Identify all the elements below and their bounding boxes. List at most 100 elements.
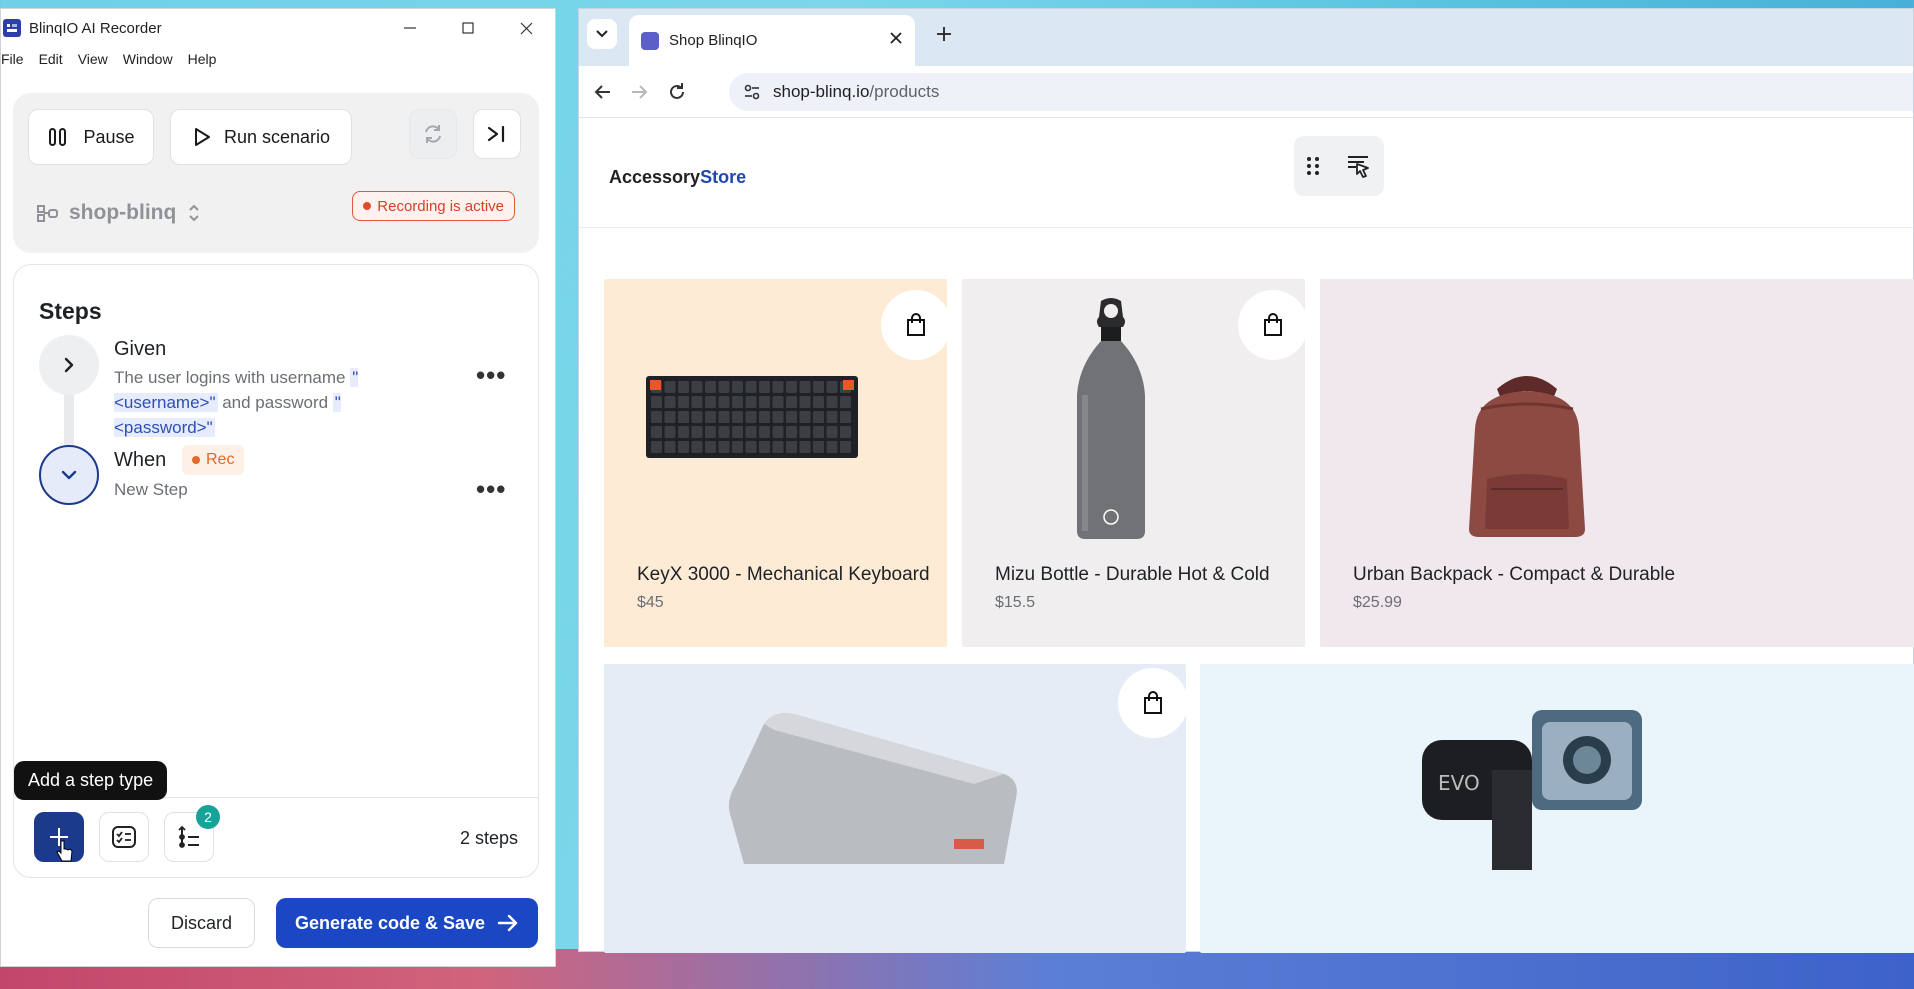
keyboard-key [691, 426, 703, 438]
refresh-icon [425, 125, 441, 143]
keyboard-key [664, 411, 676, 423]
menu-file[interactable]: File [1, 51, 24, 67]
keyboard-key [786, 441, 797, 453]
menu-view[interactable]: View [78, 51, 108, 67]
discard-button[interactable]: Discard [148, 898, 255, 948]
logo-accent: Store [700, 167, 747, 187]
keyboard-key [718, 411, 730, 423]
tab-title: Shop BlinqIO [669, 32, 758, 49]
bottle-image [1077, 298, 1145, 539]
maximize-icon[interactable] [439, 9, 497, 47]
keyboard-key [732, 426, 743, 438]
menu-bar: File Edit View Window Help [1, 47, 555, 71]
add-to-cart-button[interactable] [881, 290, 947, 360]
minimize-icon[interactable] [381, 9, 439, 47]
run-scenario-button[interactable]: Run scenario [170, 109, 352, 165]
logo-main: Accessory [609, 167, 701, 187]
product-card[interactable]: KeyX 3000 - Mechanical Keyboard $45 [604, 279, 947, 647]
project-name: shop-blinq [69, 201, 177, 224]
keyboard-key [840, 441, 851, 453]
store-logo[interactable]: AccessoryStore [609, 167, 746, 188]
skip-end-icon [487, 125, 505, 143]
control-panel: Pause Run scenario shop-blinq Recording … [13, 93, 539, 253]
keyboard-key [813, 411, 824, 423]
backpack-image [1469, 376, 1585, 537]
menu-edit[interactable]: Edit [39, 51, 63, 67]
product-card[interactable]: EVO [1200, 664, 1914, 953]
keyboard-key [732, 396, 743, 408]
close-icon[interactable] [497, 9, 555, 47]
keyboard-key [678, 441, 689, 453]
forward-icon[interactable] [629, 82, 649, 102]
drag-handle-icon[interactable] [1306, 155, 1320, 177]
url-field[interactable]: shop-blinq.io/products [729, 73, 1913, 111]
product-card[interactable]: Urban Backpack - Compact & Durable $25.9… [1320, 279, 1914, 647]
checklist-button[interactable] [99, 812, 149, 862]
browser-tab[interactable]: Shop BlinqIO [629, 15, 915, 66]
reload-icon[interactable] [667, 82, 687, 102]
play-icon [194, 128, 210, 146]
keyboard-key [732, 441, 743, 453]
keyboard-key [799, 396, 811, 408]
product-name[interactable]: KeyX 3000 - Mechanical Keyboard [637, 564, 930, 586]
product-name[interactable]: Mizu Bottle - Durable Hot & Cold [995, 564, 1270, 586]
rec-badge: Rec [182, 445, 245, 475]
power-bank-image [728, 713, 1017, 864]
browser-window: Shop BlinqIO shop-blinq.io/products Acce… [578, 8, 1914, 953]
product-card[interactable] [604, 664, 1186, 953]
back-icon[interactable] [593, 82, 613, 102]
keyboard-key [718, 381, 730, 393]
keyboard-key [799, 381, 811, 393]
refresh-button[interactable] [409, 109, 457, 159]
menu-help[interactable]: Help [188, 51, 217, 67]
step-new-text[interactable]: New Step [114, 477, 414, 502]
keyboard-key [745, 426, 757, 438]
tab-search-button[interactable] [587, 19, 617, 49]
product-name[interactable]: Urban Backpack - Compact & Durable [1353, 564, 1675, 586]
pause-icon [49, 128, 67, 146]
menu-window[interactable]: Window [123, 51, 173, 67]
add-to-cart-button[interactable] [1238, 290, 1305, 360]
keyboard-key [691, 441, 703, 453]
pause-button[interactable]: Pause [28, 109, 154, 165]
keyboard-key [732, 381, 743, 393]
add-to-cart-button[interactable] [1118, 668, 1186, 738]
skip-to-end-button[interactable] [473, 109, 521, 159]
step-description: The user logins with username "<username… [114, 365, 414, 440]
run-scenario-label: Run scenario [223, 126, 331, 147]
keyboard-key [745, 381, 757, 393]
title-bar: BlinqIO AI Recorder [1, 9, 555, 47]
url-path: /products [869, 82, 940, 101]
step-collapse-button[interactable] [39, 445, 99, 505]
keyboard-key [664, 426, 676, 438]
keyboard-key [651, 411, 662, 423]
element-picker-icon[interactable] [1344, 152, 1372, 180]
step-more-icon[interactable]: ••• [476, 360, 506, 391]
recording-status-badge: Recording is active [352, 191, 515, 221]
camera-gimbal-image: EVO [1422, 710, 1642, 870]
close-tab-icon[interactable] [889, 31, 903, 45]
app-icon [3, 19, 21, 37]
keyboard-key [718, 396, 730, 408]
generate-save-button[interactable]: Generate code & Save [276, 898, 538, 948]
tooltip: Add a step type [14, 761, 168, 800]
url-host: shop-blinq.io [773, 82, 870, 101]
new-tab-icon[interactable] [935, 25, 953, 43]
site-settings-icon[interactable] [743, 84, 761, 100]
keyboard-key [678, 426, 689, 438]
keyboard-key [813, 381, 824, 393]
project-selector[interactable]: shop-blinq [37, 201, 210, 225]
keyboard-key [840, 396, 851, 408]
product-card[interactable]: Mizu Bottle - Durable Hot & Cold $15.5 [962, 279, 1305, 647]
keyboard-key [813, 396, 824, 408]
step-expand-button[interactable] [39, 335, 99, 395]
step-more-icon[interactable]: ••• [476, 474, 506, 505]
keyboard-key [759, 441, 770, 453]
keyboard-key [651, 396, 662, 408]
step-count-badge: 2 [196, 805, 220, 829]
shopping-bag-icon [1144, 691, 1162, 714]
keyboard-image [646, 376, 858, 458]
keyboard-key [799, 411, 811, 423]
recorder-window: BlinqIO AI Recorder File Edit View Windo… [0, 8, 556, 967]
keyboard-key [651, 441, 662, 453]
